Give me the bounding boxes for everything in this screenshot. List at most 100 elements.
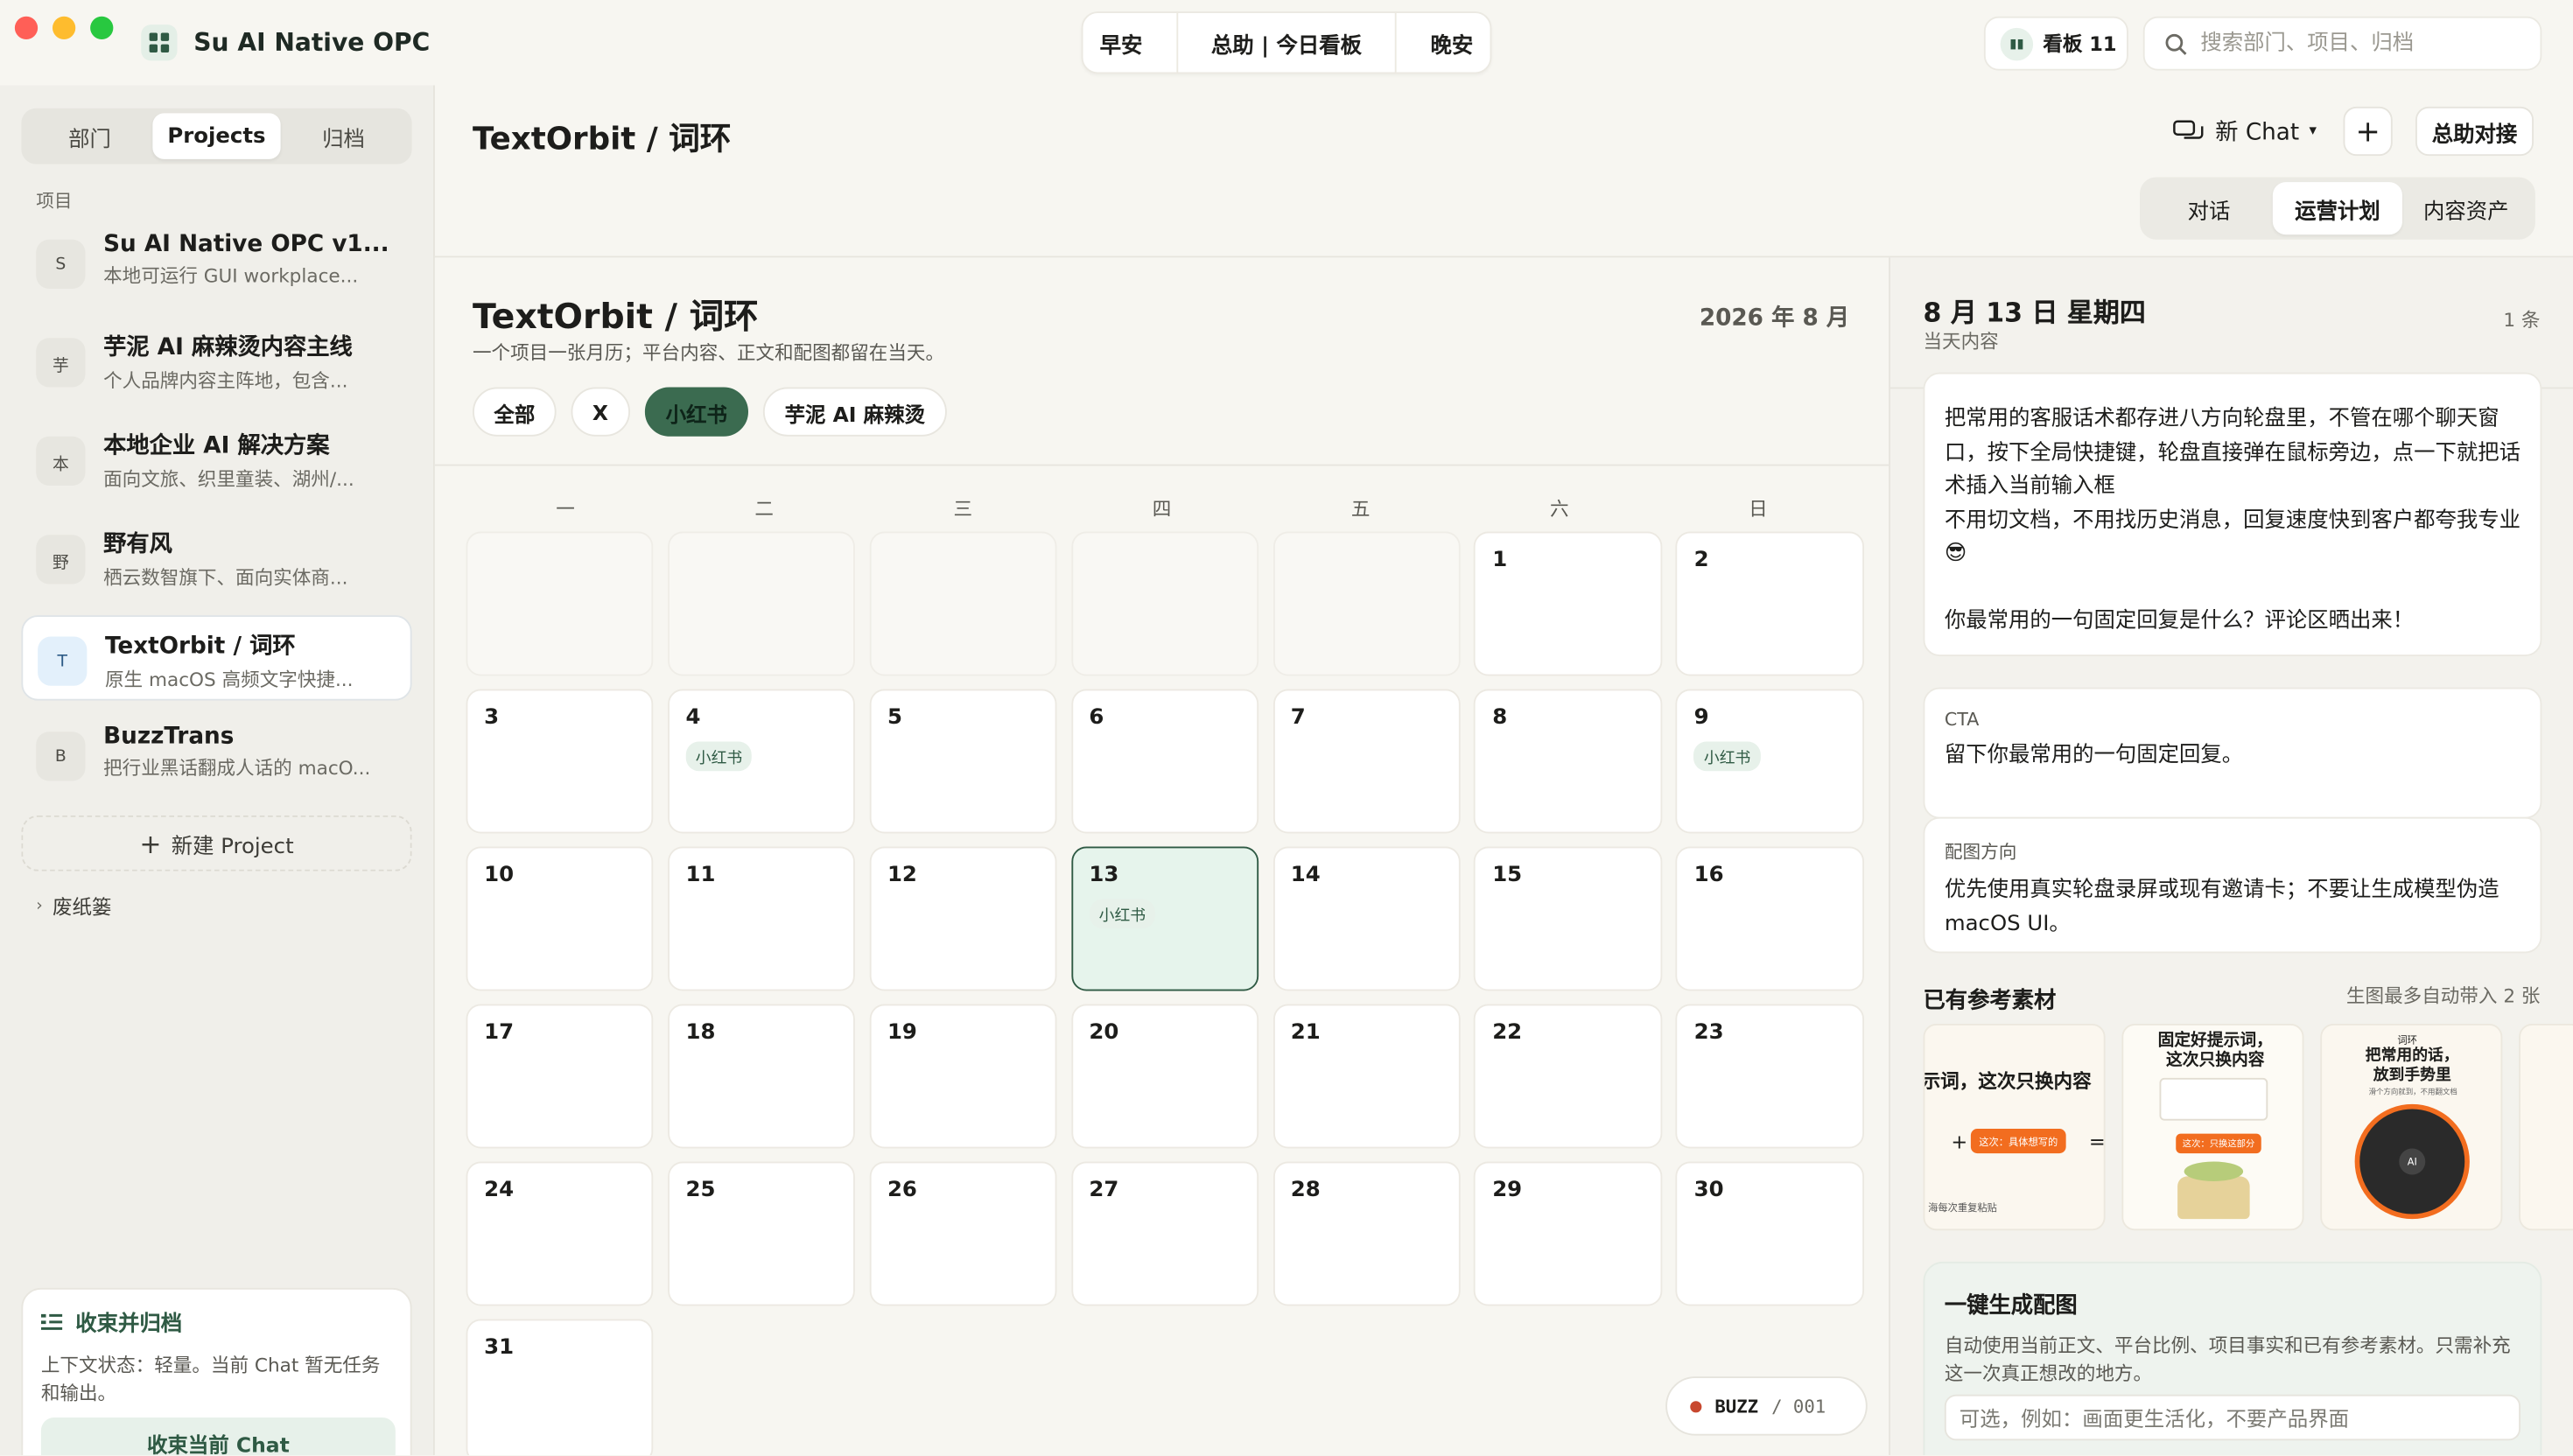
calendar-day[interactable]: 1 [1474, 531, 1663, 676]
close-chat-button[interactable]: 收束当前 Chat [40, 1418, 396, 1456]
project-item[interactable]: 本 本地企业 AI 解决方案 面向文旅、织里童装、湖州/... [21, 416, 411, 502]
search-input[interactable] [2200, 31, 2529, 56]
calendar-day[interactable]: 5 [869, 689, 1057, 834]
calendar-title: TextOrbit / 词环 [473, 297, 759, 337]
chevron-right-icon: › [36, 897, 43, 916]
tab-archive[interactable]: 归档 [280, 113, 407, 159]
calendar-day[interactable]: 27 [1070, 1161, 1259, 1306]
filter-x[interactable]: X [571, 387, 630, 437]
close-window-button[interactable] [14, 16, 39, 39]
calendar-day[interactable]: 21 [1272, 1004, 1461, 1149]
handoff-button[interactable]: 总助对接 [2415, 106, 2534, 157]
calendar-day[interactable]: 30 [1676, 1161, 1864, 1306]
calendar-day[interactable]: 12 [869, 846, 1057, 991]
generate-desc: 自动使用当前正文、平台比例、项目事实和已有参考素材。只需补充这一次真正想改的地方… [1944, 1334, 2511, 1385]
day-number: 21 [1290, 1020, 1321, 1046]
calendar-day[interactable]: 25 [667, 1161, 856, 1306]
calendar-day[interactable]: 6 [1070, 689, 1259, 834]
thumb-sub: 滑个方向就到，不用翻文档 [2368, 1089, 2457, 1098]
calendar-day[interactable]: 16 [1676, 846, 1864, 991]
reference-thumbnail[interactable]: 示词，这次只换内容 + 这次：具体想写的 = 海每次重复粘贴 [1923, 1024, 2106, 1231]
nav-good-night[interactable]: 晚安 [1430, 27, 1473, 58]
calendar-day[interactable]: 20 [1070, 1004, 1259, 1149]
calendar-day[interactable]: 29 [1474, 1161, 1663, 1306]
calendar-day-today[interactable]: 13 小红书 [1070, 846, 1259, 991]
trash-item[interactable]: › 废纸篓 [36, 892, 111, 920]
weekday-label: 一 [556, 497, 575, 521]
art-direction-text: 优先使用真实轮盘录屏或现有邀请卡；不要让生成模型伪造 macOS UI。 [1944, 878, 2499, 936]
nav-dashboard[interactable]: 总助 | 今日看板 [1211, 27, 1362, 58]
platform-tag[interactable]: 小红书 [1693, 741, 1761, 772]
tab-chat[interactable]: 对话 [2145, 182, 2274, 234]
page-title: TextOrbit / 词环 [473, 121, 732, 158]
search-box[interactable] [2142, 16, 2542, 71]
tab-departments[interactable]: 部门 [26, 113, 153, 159]
tab-content-assets[interactable]: 内容资产 [2401, 182, 2530, 234]
sidebar: 部门 Projects 归档 项目 S Su AI Native OPC v1.… [0, 85, 435, 1456]
calendar-day[interactable]: 3 [466, 689, 654, 834]
project-desc: 把行业黑话翻成人话的 macO... [103, 756, 371, 780]
calendar-day[interactable]: 19 [869, 1004, 1057, 1149]
zoom-window-button[interactable] [90, 16, 114, 39]
board-button[interactable]: ▮▮ 看板 11 [1983, 16, 2128, 71]
calendar-day[interactable]: 11 [667, 846, 856, 991]
cake-illustration [2177, 1161, 2250, 1220]
new-chat-button[interactable]: 新 Chat ▾ [2173, 115, 2317, 148]
calendar-day[interactable]: 28 [1272, 1161, 1461, 1306]
project-avatar: 本 [36, 436, 86, 486]
weekday-label: 五 [1350, 497, 1371, 521]
project-avatar: B [36, 732, 86, 781]
generate-prompt-input[interactable] [1944, 1394, 2520, 1441]
calendar-day[interactable]: 31 [466, 1319, 654, 1456]
minimize-window-button[interactable] [53, 16, 76, 39]
buzz-indicator[interactable]: BUZZ / 001 [1665, 1376, 1868, 1436]
calendar-day[interactable]: 15 [1474, 846, 1663, 991]
tab-projects[interactable]: Projects [152, 113, 280, 159]
calendar-day[interactable]: 22 [1474, 1004, 1663, 1149]
project-item[interactable]: S Su AI Native OPC v1... 本地可运行 GUI workpl… [21, 220, 411, 305]
calendar-day[interactable]: 18 [667, 1004, 856, 1149]
filter-all[interactable]: 全部 [473, 387, 557, 437]
reference-thumbnail[interactable]: 词环 把常用的话，放到手势里 滑个方向就到，不用翻文档 AI [2320, 1024, 2503, 1231]
filter-yuni[interactable]: 芋泥 AI 麻辣烫 [763, 387, 947, 437]
calendar-day[interactable]: 23 [1676, 1004, 1864, 1149]
thumb-title: 示词，这次只换内容 [1923, 1069, 2092, 1093]
calendar-day[interactable]: 17 [466, 1004, 654, 1149]
calendar-day[interactable]: 8 [1474, 689, 1663, 834]
calendar-day[interactable]: 9 小红书 [1676, 689, 1864, 834]
calendar-day[interactable]: 2 [1676, 531, 1864, 676]
new-project-button[interactable]: + 新建 Project [21, 815, 412, 872]
add-button[interactable]: + [2343, 106, 2393, 157]
top-nav: 早安 总助 | 今日看板 晚安 [1081, 11, 1492, 74]
platform-tag[interactable]: 小红书 [685, 741, 753, 772]
trash-label: 废纸篓 [53, 895, 112, 919]
art-direction-card[interactable]: 配图方向 优先使用真实轮盘录屏或现有邀请卡；不要让生成模型伪造 macOS UI… [1923, 816, 2542, 954]
calendar-day[interactable]: 10 [466, 846, 654, 991]
art-direction-label: 配图方向 [1944, 841, 2017, 864]
calendar-day[interactable]: 7 [1272, 689, 1461, 834]
project-item[interactable]: B BuzzTrans 把行业黑话翻成人话的 macO... [21, 712, 411, 798]
project-avatar: T [38, 636, 88, 686]
buzz-label: BUZZ [1714, 1395, 1759, 1418]
tab-ops-plan[interactable]: 运营计划 [2273, 182, 2402, 235]
calendar-day[interactable]: 14 [1272, 846, 1461, 991]
calendar-day[interactable]: 26 [869, 1161, 1057, 1306]
post-body-card[interactable]: 把常用的客服话术都存进八方向轮盘里，不管在哪个聊天窗口，按下全局快捷键，轮盘直接… [1923, 372, 2542, 656]
day-number: 11 [685, 863, 716, 888]
project-item[interactable]: 芋 芋泥 AI 麻辣烫内容主线 个人品牌内容主阵地，包含... [21, 318, 411, 404]
project-item-active[interactable]: T TextOrbit / 词环 原生 macOS 高频文字快捷... [21, 615, 412, 701]
detail-count: 1 条 [2503, 308, 2541, 332]
platform-tag[interactable]: 小红书 [1089, 899, 1156, 929]
reference-thumbnail[interactable]: 固定好提示词，这次只换内容 这次：只换这部分 [2121, 1024, 2304, 1231]
cta-label: CTA [1944, 709, 1980, 731]
search-icon [2165, 32, 2187, 54]
new-project-label: 新建 Project [171, 834, 294, 859]
filter-xiaohongshu[interactable]: 小红书 [644, 387, 749, 437]
calendar-day[interactable]: 4 小红书 [667, 689, 856, 834]
day-number: 19 [887, 1020, 917, 1046]
cta-card[interactable]: CTA 留下你最常用的一句固定回复。 [1923, 687, 2542, 819]
nav-good-morning[interactable]: 早安 [1100, 27, 1143, 58]
project-item[interactable]: 野 野有风 栖云数智旗下、面向实体商... [21, 515, 411, 601]
calendar-day[interactable]: 24 [466, 1161, 654, 1306]
reference-thumbnail[interactable] [2519, 1024, 2573, 1231]
